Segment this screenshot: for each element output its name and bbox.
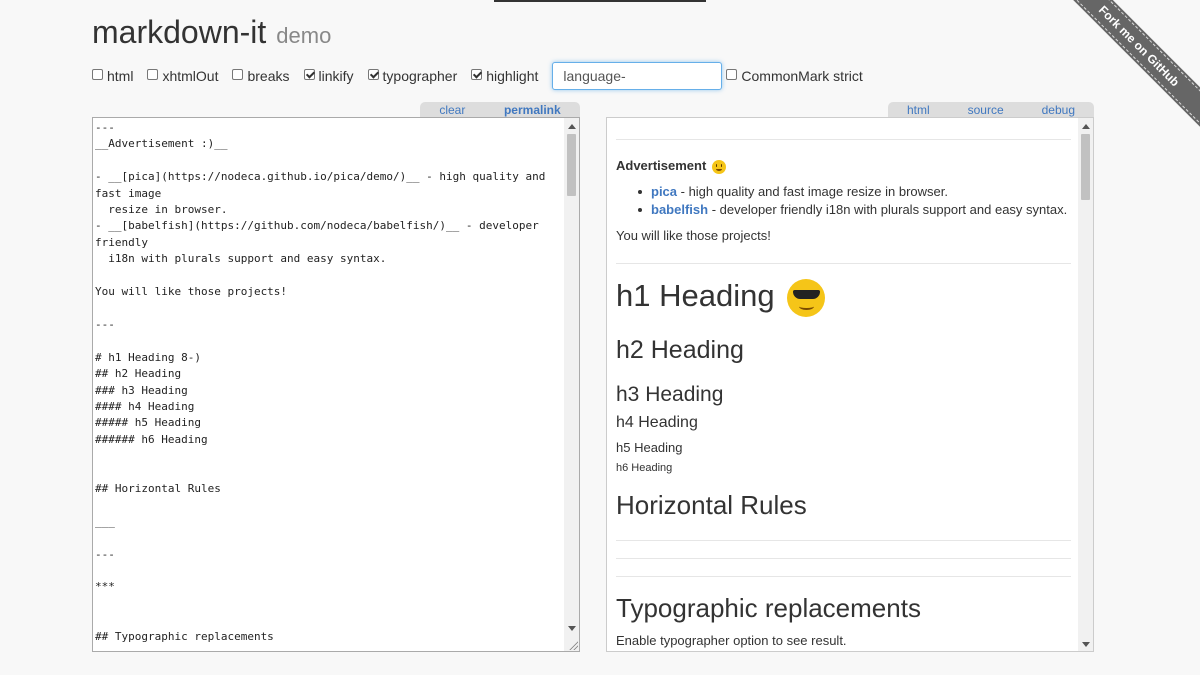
option-label: CommonMark strict [741, 68, 863, 84]
page-title: markdown-it demo [92, 14, 331, 51]
option-commonmark[interactable]: CommonMark strict [726, 68, 863, 84]
h5-heading: h5 Heading [616, 440, 683, 455]
smiley-emoji-icon [711, 159, 726, 174]
language-prefix-input[interactable]: language- [552, 62, 723, 90]
typographer-note: Enable typographer option to see result. [616, 633, 847, 648]
preview-scrollbar[interactable] [1078, 118, 1093, 651]
option-breaks[interactable]: breaks [232, 68, 290, 84]
tab-source[interactable]: source [956, 103, 1016, 117]
h6-heading: h6 Heading [616, 462, 673, 474]
horizontal-rule [616, 139, 1071, 140]
list-item-text: - high quality and fast image resize in … [677, 184, 948, 199]
scroll-down-arrow-icon[interactable] [568, 626, 576, 631]
highlight-checkbox[interactable] [471, 68, 483, 80]
sunglasses-emoji-icon [787, 278, 826, 317]
tab-debug[interactable]: debug [1030, 103, 1087, 117]
list-item: babelfish - developer friendly i18n with… [651, 202, 1067, 217]
option-label: typographer [382, 68, 458, 84]
pica-link[interactable]: pica [651, 184, 677, 199]
list-item-text: - developer friendly i18n with plurals s… [708, 202, 1068, 217]
scroll-up-arrow-icon[interactable] [1082, 124, 1090, 129]
h4-heading: h4 Heading [616, 414, 698, 431]
xhtmlout-checkbox[interactable] [147, 68, 159, 80]
option-label: breaks [247, 68, 290, 84]
list-bullet [638, 208, 642, 212]
app-subtitle: demo [276, 23, 332, 48]
ad-title: Advertisement [616, 158, 707, 173]
horizontal-rule [616, 540, 1071, 541]
typographic-heading: Typographic replacements [616, 593, 921, 623]
editor-text[interactable]: --- __Advertisement :)__ - __[pica](http… [93, 118, 579, 645]
option-label: xhtmlOut [162, 68, 219, 84]
projects-text: You will like those projects! [616, 228, 771, 243]
horizontal-rule [616, 558, 1071, 559]
ad-heading: Advertisement [616, 158, 726, 174]
h3-heading: h3 Heading [616, 383, 724, 406]
option-linkify[interactable]: linkify [303, 68, 354, 84]
linkify-checkbox[interactable] [303, 68, 315, 80]
editor-scrollbar[interactable] [564, 118, 579, 651]
top-border-line [494, 0, 706, 2]
tab-html[interactable]: html [895, 103, 942, 117]
h1-text: h1 Heading [616, 278, 775, 313]
option-highlight[interactable]: highlight [471, 68, 538, 84]
permalink-button[interactable]: permalink [492, 103, 573, 117]
option-label: highlight [486, 68, 539, 84]
scroll-thumb[interactable] [1081, 134, 1090, 200]
horizontal-rule [616, 576, 1071, 577]
app-title: markdown-it [92, 14, 267, 50]
option-label: linkify [318, 68, 354, 84]
resize-grip-icon[interactable] [568, 640, 578, 650]
result-tabs: html source debug [888, 102, 1094, 118]
h1-heading: h1 Heading [616, 278, 826, 317]
scroll-up-arrow-icon[interactable] [568, 124, 576, 129]
horizontal-rule [616, 263, 1071, 264]
markdown-editor[interactable]: --- __Advertisement :)__ - __[pica](http… [92, 117, 580, 652]
rendered-preview: Advertisement pica - high quality and fa… [606, 117, 1094, 652]
h2-heading: h2 Heading [616, 336, 744, 364]
commonmark-checkbox[interactable] [726, 68, 738, 80]
option-label: html [107, 68, 134, 84]
babelfish-link[interactable]: babelfish [651, 202, 708, 217]
options-bar: html xhtmlOut breaks linkify typographer… [92, 61, 877, 91]
option-xhtmlout[interactable]: xhtmlOut [147, 68, 218, 84]
breaks-checkbox[interactable] [232, 68, 244, 80]
source-tabs: clear permalink [420, 102, 580, 118]
typographer-checkbox[interactable] [367, 68, 379, 80]
list-bullet [638, 190, 642, 194]
html-checkbox[interactable] [92, 68, 103, 80]
hr-section-heading: Horizontal Rules [616, 490, 807, 520]
list-item: pica - high quality and fast image resiz… [651, 184, 948, 199]
clear-button[interactable]: clear [427, 103, 477, 117]
option-html[interactable]: html [92, 68, 133, 84]
scroll-down-arrow-icon[interactable] [1082, 642, 1090, 647]
option-typographer[interactable]: typographer [367, 68, 458, 84]
scroll-thumb[interactable] [567, 134, 576, 196]
